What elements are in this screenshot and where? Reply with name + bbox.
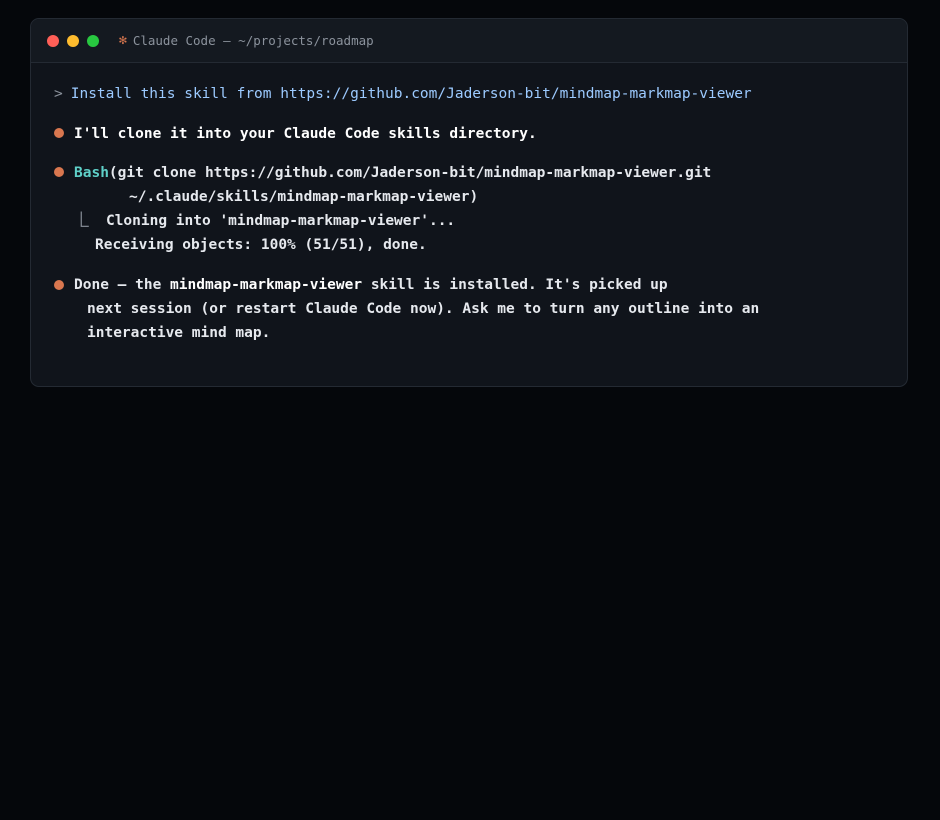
skill-name: mindmap-markmap-viewer xyxy=(170,277,363,293)
maximize-window-button[interactable] xyxy=(87,34,99,47)
tool-name: Bash xyxy=(74,165,109,181)
assistant-reply-2-line-2: next session (or restart Claude Code now… xyxy=(87,301,760,317)
output-corner-icon: ⎿ xyxy=(74,213,89,229)
assistant-reply-2-line-1: Done — the mindmap-markmap-viewer skill … xyxy=(74,275,668,295)
asterisk-icon: ✻ xyxy=(119,33,127,48)
tool-bullet-icon xyxy=(54,167,64,177)
tool-call-line-1: Bash(git clone https://github.com/Jaders… xyxy=(74,163,711,183)
assistant-reply-2-line-3: interactive mind map. xyxy=(87,325,271,341)
reply-prefix: Done — the xyxy=(74,277,171,293)
user-message: > Install this skill from https://github.… xyxy=(54,84,752,104)
prompt-symbol: > xyxy=(54,86,63,102)
assistant-reply-1: I'll clone it into your Claude Code skil… xyxy=(74,126,537,142)
assistant-bullet-icon xyxy=(54,280,64,290)
close-window-button[interactable] xyxy=(47,34,59,47)
title-bar: ✻ Claude Code — ~/projects/roadmap xyxy=(31,19,907,63)
tool-args-1: (git clone https://github.com/Jaderson-b… xyxy=(108,165,712,181)
tool-args-2: ~/.claude/skills/mindmap-markmap-viewer) xyxy=(129,189,479,205)
minimize-window-button[interactable] xyxy=(67,34,79,47)
window-title: Claude Code — ~/projects/roadmap xyxy=(132,33,374,48)
user-message-text: Install this skill from https://github.c… xyxy=(70,86,752,102)
tool-output-text-1: Cloning into 'mindmap-markmap-viewer'... xyxy=(105,213,456,229)
tool-output-line-1: ⎿ Cloning into 'mindmap-markmap-viewer'.… xyxy=(74,211,455,231)
assistant-bullet-icon xyxy=(54,128,64,138)
window-title-area: ✻ Claude Code — ~/projects/roadmap xyxy=(119,33,374,48)
tool-output-line-2: Receiving objects: 100% (51/51), done. xyxy=(95,237,427,253)
reply-suffix: skill is installed. It's picked up xyxy=(362,277,668,293)
